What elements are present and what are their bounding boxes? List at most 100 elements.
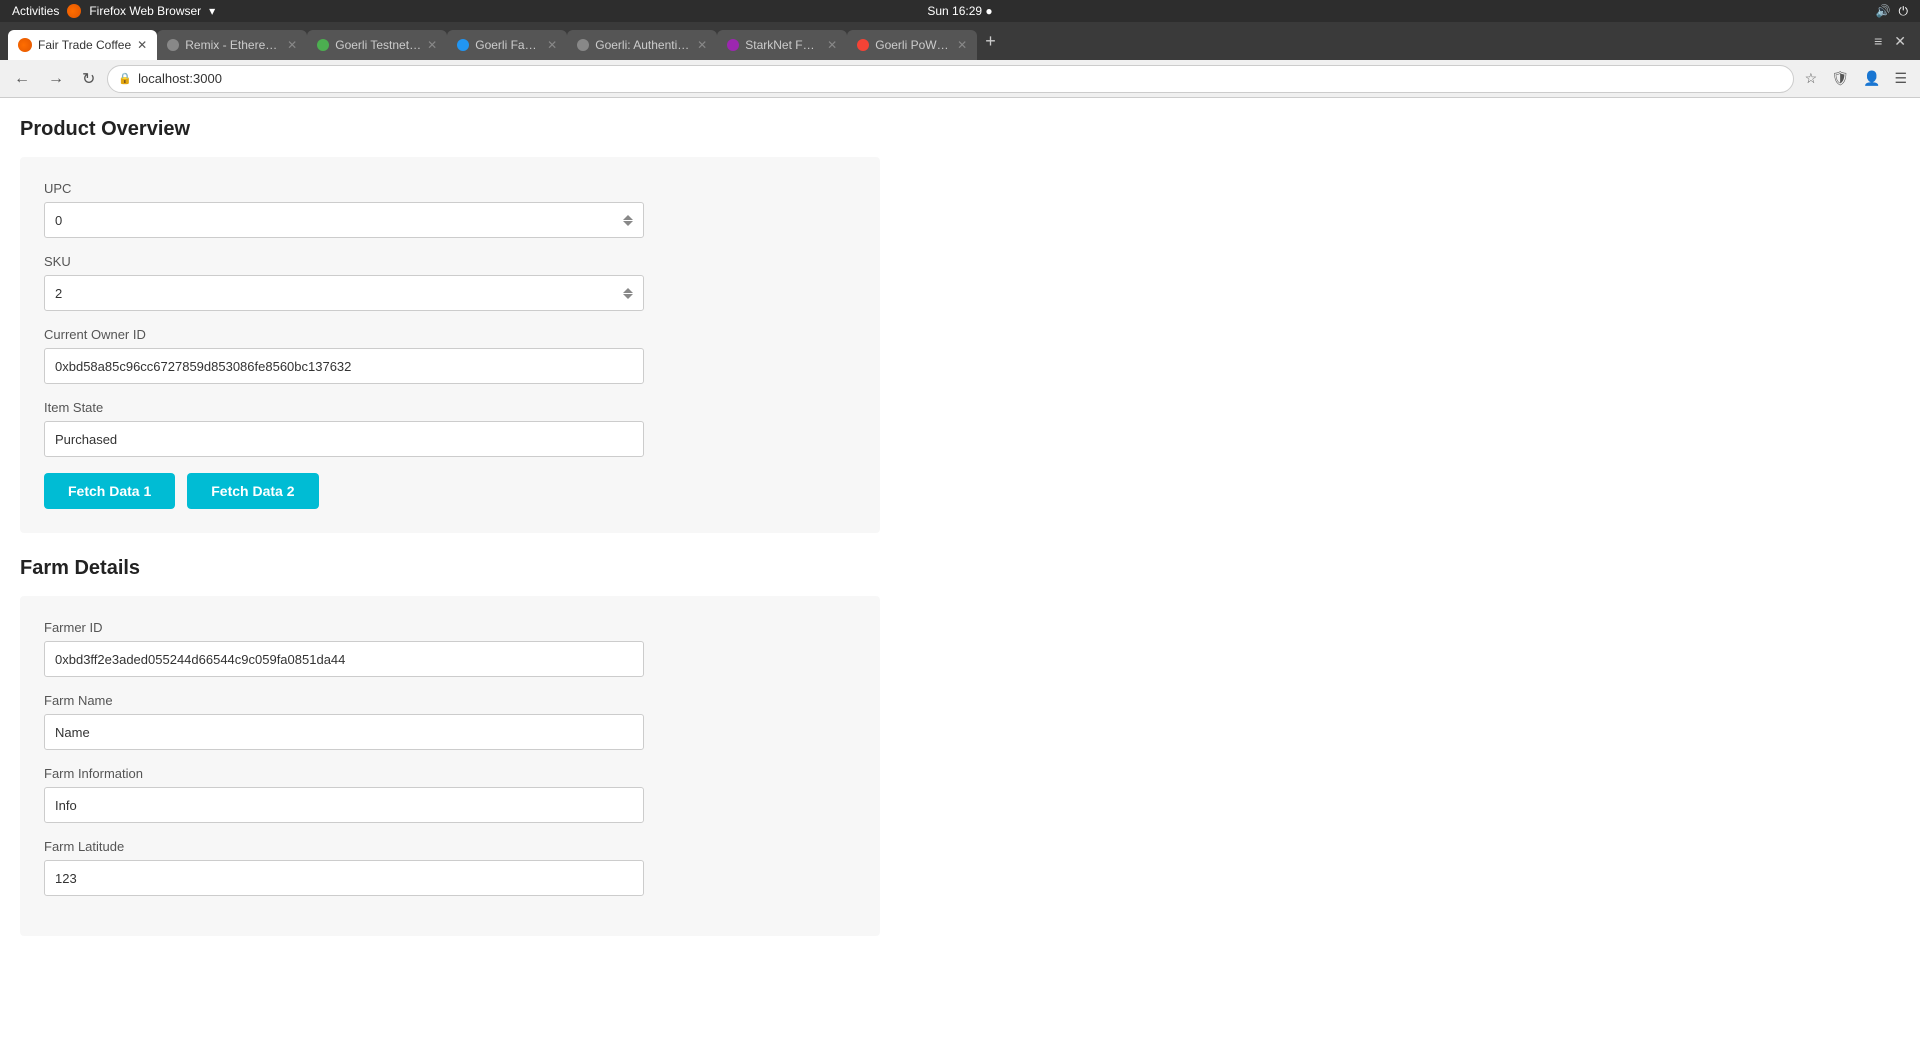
fetch-data-2-button[interactable]: Fetch Data 2: [187, 473, 318, 509]
farm-name-input[interactable]: Name: [44, 714, 644, 750]
os-bar-right: 🔊 ⏻: [1876, 4, 1908, 19]
current-owner-input[interactable]: 0xbd58a85c96cc6727859d853086fe8560bc1376…: [44, 348, 644, 384]
tab-favicon-remix: [167, 39, 179, 51]
tab-label-remix: Remix - Ethereum IDE: [185, 38, 281, 52]
farm-name-value: Name: [55, 725, 90, 740]
farmer-id-value: 0xbd3ff2e3aded055244d66544c9c059fa0851da…: [55, 652, 345, 667]
upc-label: UPC: [44, 181, 856, 196]
farm-latitude-input[interactable]: 123: [44, 860, 644, 896]
tab-favicon-fair-trade: [18, 38, 32, 52]
farm-details-title: Farm Details: [20, 557, 880, 580]
farm-name-group: Farm Name Name: [44, 693, 856, 750]
farm-information-label: Farm Information: [44, 766, 856, 781]
new-tab-button[interactable]: +: [977, 31, 1004, 52]
datetime-label: Sun 16:29 ●: [927, 4, 992, 18]
tab-close-starknet[interactable]: ✕: [827, 38, 837, 52]
tab-favicon-goerli-faucet: [457, 39, 469, 51]
tab-close-goerli-testnet[interactable]: ✕: [427, 38, 437, 52]
browser-chrome: Fair Trade Coffee ✕ Remix - Ethereum IDE…: [0, 22, 1920, 98]
os-bar-left: Activities Firefox Web Browser ▾: [12, 4, 215, 18]
item-state-group: Item State Purchased: [44, 400, 856, 457]
farm-latitude-group: Farm Latitude 123: [44, 839, 856, 896]
current-owner-group: Current Owner ID 0xbd58a85c96cc6727859d8…: [44, 327, 856, 384]
tab-list-button[interactable]: ≡: [1868, 33, 1888, 49]
farm-latitude-label: Farm Latitude: [44, 839, 856, 854]
reload-button[interactable]: ↻: [76, 65, 101, 93]
upc-spinner-up[interactable]: [623, 215, 633, 220]
sku-spinner-down[interactable]: [623, 294, 633, 299]
farm-information-input[interactable]: Info: [44, 787, 644, 823]
tab-favicon-starknet: [727, 39, 739, 51]
browser-menu-chevron[interactable]: ▾: [209, 4, 215, 18]
lock-icon: 🔒: [118, 72, 132, 85]
tab-label-goerli-pow: Goerli PoW Faucet: [875, 38, 951, 52]
product-overview-card: UPC 0 SKU 2 Current Owner ID: [20, 157, 880, 533]
button-row: Fetch Data 1 Fetch Data 2: [44, 473, 856, 509]
upc-spinner-down[interactable]: [623, 221, 633, 226]
item-state-value: Purchased: [55, 432, 117, 447]
farm-latitude-value: 123: [55, 871, 77, 886]
firefox-icon: [67, 4, 81, 18]
farm-information-group: Farm Information Info: [44, 766, 856, 823]
tab-starknet[interactable]: StarkNet Faucet ✕: [717, 30, 847, 60]
tab-goerli-auth[interactable]: Goerli: Authenticated Fau... ✕: [567, 30, 717, 60]
farmer-id-input[interactable]: 0xbd3ff2e3aded055244d66544c9c059fa0851da…: [44, 641, 644, 677]
nav-bar: ← → ↻ 🔒 localhost:3000 ☆ 🛡 👤 ☰: [0, 60, 1920, 98]
sku-input[interactable]: 2: [44, 275, 644, 311]
farmer-id-label: Farmer ID: [44, 620, 856, 635]
item-state-input[interactable]: Purchased: [44, 421, 644, 457]
tab-close-goerli-pow[interactable]: ✕: [957, 38, 967, 52]
nav-actions: ☆ 🛡 👤 ☰: [1800, 66, 1912, 91]
tab-close-goerli-faucet[interactable]: ✕: [547, 38, 557, 52]
os-bar: Activities Firefox Web Browser ▾ Sun 16:…: [0, 0, 1920, 22]
activities-label[interactable]: Activities: [12, 4, 59, 18]
tab-goerli-faucet[interactable]: Goerli Faucet ✕: [447, 30, 567, 60]
tab-close-goerli-auth[interactable]: ✕: [697, 38, 707, 52]
main-content: Product Overview UPC 0 SKU 2: [0, 98, 900, 980]
tab-label-starknet: StarkNet Faucet: [745, 38, 821, 52]
sku-value: 2: [55, 286, 62, 301]
tab-close-remix[interactable]: ✕: [287, 38, 297, 52]
tab-bar: Fair Trade Coffee ✕ Remix - Ethereum IDE…: [0, 22, 1920, 60]
shield-button[interactable]: 🛡: [1826, 66, 1854, 91]
back-button[interactable]: ←: [8, 66, 36, 92]
upc-spinner[interactable]: [623, 215, 633, 226]
tab-fair-trade-coffee[interactable]: Fair Trade Coffee ✕: [8, 30, 157, 60]
tab-label-goerli-auth: Goerli: Authenticated Fau...: [595, 38, 691, 52]
url-bar[interactable]: 🔒 localhost:3000: [107, 65, 1793, 93]
tab-label-goerli-faucet: Goerli Faucet: [475, 38, 541, 52]
tab-label-goerli-testnet: Goerli Testnet Faucet: [335, 38, 421, 52]
tab-favicon-goerli-auth: [577, 39, 589, 51]
sku-spinner[interactable]: [623, 288, 633, 299]
menu-button[interactable]: ☰: [1889, 66, 1912, 91]
tab-label-fair-trade: Fair Trade Coffee: [38, 38, 131, 52]
tab-remix[interactable]: Remix - Ethereum IDE ✕: [157, 30, 307, 60]
volume-icon[interactable]: 🔊: [1876, 4, 1891, 18]
forward-button[interactable]: →: [42, 66, 70, 92]
upc-input[interactable]: 0: [44, 202, 644, 238]
upc-group: UPC 0: [44, 181, 856, 238]
farm-name-label: Farm Name: [44, 693, 856, 708]
sku-group: SKU 2: [44, 254, 856, 311]
tab-favicon-goerli-testnet: [317, 39, 329, 51]
farm-information-value: Info: [55, 798, 77, 813]
profile-button[interactable]: 👤: [1858, 66, 1885, 91]
upc-value: 0: [55, 213, 62, 228]
current-owner-value: 0xbd58a85c96cc6727859d853086fe8560bc1376…: [55, 359, 351, 374]
os-bar-center: Sun 16:29 ●: [927, 4, 992, 18]
url-text: localhost:3000: [138, 71, 1783, 86]
tab-close-fair-trade[interactable]: ✕: [137, 38, 147, 52]
bookmark-button[interactable]: ☆: [1800, 66, 1823, 91]
fetch-data-1-button[interactable]: Fetch Data 1: [44, 473, 175, 509]
window-close-button[interactable]: ✕: [1888, 33, 1912, 50]
current-owner-label: Current Owner ID: [44, 327, 856, 342]
sku-spinner-up[interactable]: [623, 288, 633, 293]
browser-name-label: Firefox Web Browser: [89, 4, 201, 18]
farmer-id-group: Farmer ID 0xbd3ff2e3aded055244d66544c9c0…: [44, 620, 856, 677]
tab-goerli-pow[interactable]: Goerli PoW Faucet ✕: [847, 30, 977, 60]
product-overview-title: Product Overview: [20, 118, 880, 141]
item-state-label: Item State: [44, 400, 856, 415]
farm-details-card: Farmer ID 0xbd3ff2e3aded055244d66544c9c0…: [20, 596, 880, 936]
tab-goerli-testnet[interactable]: Goerli Testnet Faucet ✕: [307, 30, 447, 60]
power-icon[interactable]: ⏻: [1899, 4, 1909, 19]
